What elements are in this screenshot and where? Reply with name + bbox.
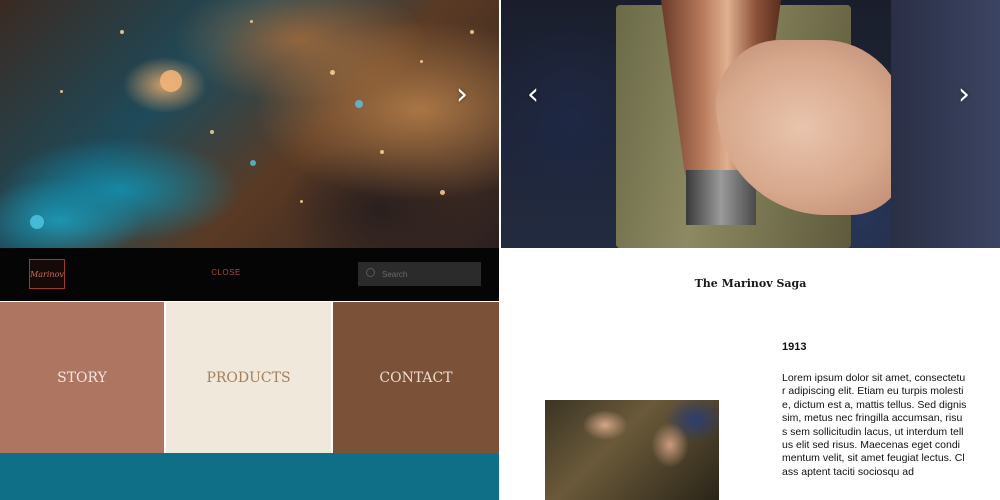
tile-story-label: STORY — [57, 369, 107, 386]
tile-story[interactable]: STORY — [0, 302, 164, 453]
search-icon — [366, 268, 375, 277]
saga-body-text: Lorem ipsum dolor sit amet, consectetur … — [782, 372, 967, 478]
tile-contact-label: CONTACT — [379, 369, 453, 386]
tile-products-label: PRODUCTS — [206, 369, 291, 386]
hero-image-fluid-art — [0, 0, 499, 248]
carousel-next-arrow[interactable]: › — [958, 80, 970, 110]
carousel-next-arrow-left[interactable]: › — [456, 80, 468, 110]
search-input[interactable] — [358, 262, 481, 286]
tile-products[interactable]: PRODUCTS — [166, 302, 331, 453]
tile-contact[interactable]: CONTACT — [333, 302, 499, 453]
year-heading: 1913 — [782, 341, 807, 353]
page-title: The Marinov Saga — [694, 277, 807, 290]
hero-image-copper-grinder — [501, 0, 1000, 248]
carousel-prev-arrow[interactable]: ‹ — [527, 80, 539, 110]
nav-bar: Marinov CLOSE — [0, 248, 499, 301]
sleeve — [891, 0, 1000, 248]
close-button[interactable]: CLOSE — [200, 268, 252, 277]
logo-text: Marinov — [30, 269, 64, 279]
footer-band — [0, 453, 499, 500]
workshop-photo — [545, 400, 719, 500]
brand-logo[interactable]: Marinov — [29, 259, 65, 289]
